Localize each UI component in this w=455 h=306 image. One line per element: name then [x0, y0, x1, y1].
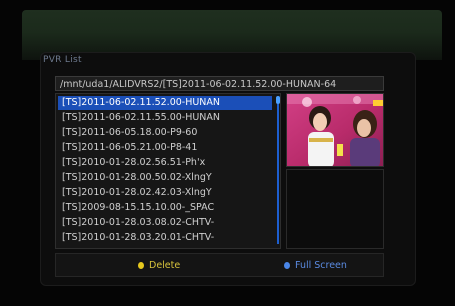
file-row-6[interactable]: [TS]2010-01-28.00.50.02-XlngY [58, 171, 272, 185]
file-row-2[interactable]: [TS]2011-06-02.11.55.00-HUNAN [58, 111, 272, 125]
file-row-10[interactable]: [TS]2010-01-28.03.20.01-CHTV- [58, 231, 272, 245]
fullscreen-label: Full Screen [295, 260, 347, 271]
window-title: PVR List [43, 55, 82, 65]
file-row-3[interactable]: [TS]2011-06-05.18.00-P9-60 [58, 126, 272, 140]
info-box [286, 169, 384, 249]
preview-image [287, 94, 383, 166]
list-scrollbar[interactable] [276, 96, 280, 246]
footer-hints: Delete Full Screen [55, 253, 384, 277]
file-list[interactable]: [TS]2011-06-02.11.52.00-HUNAN [TS]2011-0… [55, 93, 281, 249]
scrollbar-track[interactable] [277, 104, 279, 244]
delete-hint[interactable]: Delete [138, 260, 180, 271]
scrollbar-thumb[interactable] [276, 96, 280, 104]
file-row-9[interactable]: [TS]2010-01-28.03.08.02-CHTV- [58, 216, 272, 230]
file-row-4[interactable]: [TS]2011-06-05.21.00-P8-41 [58, 141, 272, 155]
file-row-1[interactable]: [TS]2011-06-02.11.52.00-HUNAN [58, 96, 272, 110]
file-row-8[interactable]: [TS]2009-08-15.15.10.00-_SPAC [58, 201, 272, 215]
file-row-7[interactable]: [TS]2010-01-28.02.42.03-XlngY [58, 186, 272, 200]
fullscreen-hint[interactable]: Full Screen [284, 260, 347, 271]
current-path: /mnt/uda1/ALIDVRS2/[TS]2011-06-02.11.52.… [55, 76, 384, 91]
yellow-button-icon [138, 262, 144, 269]
delete-label: Delete [149, 260, 181, 271]
pvr-screen: PVR List /mnt/uda1/ALIDVRS2/[TS]2011-06-… [0, 0, 455, 306]
file-row-5[interactable]: [TS]2010-01-28.02.56.51-Ph'x [58, 156, 272, 170]
blue-button-icon [284, 262, 290, 269]
video-preview [286, 93, 384, 167]
